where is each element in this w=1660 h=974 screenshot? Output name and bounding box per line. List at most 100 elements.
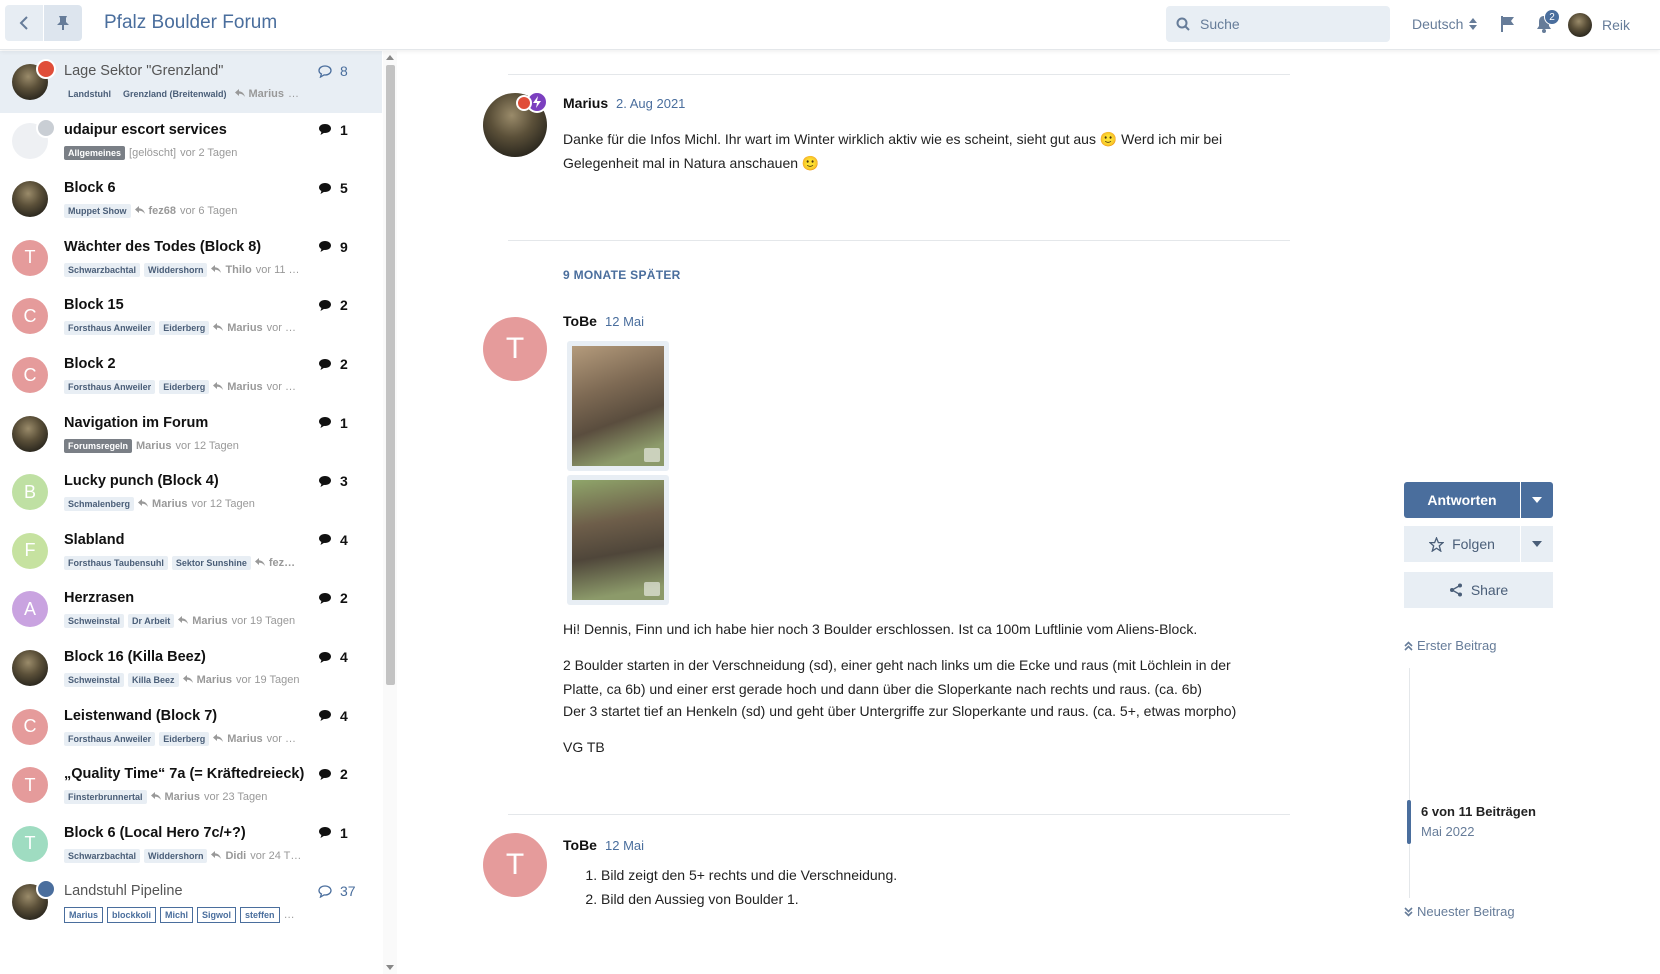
topic-title[interactable]: Block 6 (Local Hero 7c/+?) <box>64 825 304 841</box>
topic-title[interactable]: Block 2 <box>64 356 304 372</box>
topic-tag[interactable]: Muppet Show <box>64 204 131 219</box>
search-input[interactable] <box>1200 16 1370 32</box>
post-author-name[interactable]: ToBe <box>563 837 597 853</box>
last-poster[interactable]: Thilo <box>225 264 251 276</box>
topic-tag[interactable]: Forsthaus Taubensuhl <box>64 555 168 570</box>
topic-avatar[interactable] <box>12 415 48 452</box>
sidebar-scrollbar[interactable] <box>383 51 397 974</box>
topic-avatar[interactable] <box>12 181 48 218</box>
topic-title[interactable]: Block 6 <box>64 180 304 196</box>
post-image[interactable] <box>567 475 669 605</box>
topic-tag[interactable]: Marius <box>64 907 104 924</box>
topic-title[interactable]: Wächter des Todes (Block 8) <box>64 239 304 255</box>
topic-tag[interactable]: Widdershorn <box>144 848 208 863</box>
topic-tag[interactable]: Forsthaus Anweiler <box>64 731 156 746</box>
topic-title[interactable]: Block 15 <box>64 297 304 313</box>
scroll-thumb[interactable] <box>386 65 395 685</box>
topic-tag[interactable]: Landstuhl <box>64 87 115 101</box>
topic-tag[interactable]: Schmalenberg <box>64 497 135 512</box>
topic-title[interactable]: Navigation im Forum <box>64 415 304 431</box>
post-date[interactable]: 2. Aug 2021 <box>616 96 685 111</box>
topic-list-item[interactable]: T Block 6 (Local Hero 7c/+?) Schwarzbachta… <box>0 813 382 875</box>
topic-list-item[interactable]: Block 16 (Killa Beez) Schweinstal Killa Be… <box>0 637 382 699</box>
first-post-link[interactable]: Erster Beitrag <box>1404 638 1496 653</box>
topic-tag[interactable]: Schwarzbachtal <box>64 262 141 277</box>
topic-avatar[interactable]: T <box>12 239 48 276</box>
post-author-name[interactable]: Marius <box>563 95 608 111</box>
topic-tag[interactable]: blockkoli <box>107 907 157 924</box>
last-poster[interactable]: Marius <box>227 381 262 393</box>
last-poster[interactable]: Marius <box>249 88 284 100</box>
timeline-handle[interactable] <box>1407 800 1411 844</box>
topic-tag[interactable]: Forumsregeln <box>64 438 133 453</box>
topic-tag[interactable]: Eiderberg <box>159 321 210 336</box>
last-poster[interactable]: Marius <box>227 733 262 745</box>
last-poster[interactable]: Marius <box>192 615 227 627</box>
user-menu[interactable]: Reik <box>1568 13 1630 37</box>
topic-avatar[interactable]: C <box>12 708 48 745</box>
topic-tag[interactable]: Sigwol <box>197 907 237 924</box>
topic-title[interactable]: Lage Sektor "Grenzland" <box>64 63 304 79</box>
last-poster[interactable]: Marius <box>136 440 171 452</box>
topic-list-item[interactable]: udaipur escort services Allgemeines [gelös… <box>0 110 382 172</box>
topic-list-item[interactable]: T „Quality Time“ 7a (= Kräftedreieck) Fins… <box>0 754 382 816</box>
topic-tag[interactable]: Sektor Sunshine <box>171 555 251 570</box>
search-box[interactable] <box>1166 6 1390 42</box>
topic-title[interactable]: udaipur escort services <box>64 122 304 138</box>
topic-list-item[interactable]: C Block 15 Forsthaus Anweiler Eiderberg Mari… <box>0 285 382 347</box>
topic-avatar[interactable]: F <box>12 532 48 569</box>
topic-list-item[interactable]: B Lucky punch (Block 4) Schmalenberg Marius… <box>0 461 382 523</box>
topic-tag[interactable]: Grenzland (Breitenwald) <box>119 87 231 101</box>
topic-list-item[interactable]: C Leistenwand (Block 7) Forsthaus Anweiler… <box>0 696 382 758</box>
topic-avatar[interactable]: A <box>12 591 48 628</box>
topic-tag[interactable]: Forsthaus Anweiler <box>64 321 156 336</box>
topic-tag[interactable]: Schwarzbachtal <box>64 848 141 863</box>
post-image[interactable] <box>567 341 669 471</box>
topic-title[interactable]: Slabland <box>64 532 304 548</box>
post-author-name[interactable]: ToBe <box>563 313 597 329</box>
topic-tag[interactable]: steffen <box>240 907 280 924</box>
topic-tag[interactable]: Allgemeines <box>64 145 126 160</box>
topic-avatar[interactable]: B <box>12 474 48 511</box>
reply-button[interactable]: Antworten <box>1404 482 1520 518</box>
follow-button[interactable]: Folgen <box>1404 526 1520 562</box>
scroll-down-arrow[interactable] <box>386 965 394 970</box>
post-author-avatar[interactable]: T <box>483 833 547 897</box>
topic-list-item[interactable]: Lage Sektor "Grenzland" Landstuhl Grenzlan… <box>0 51 382 113</box>
topic-list-item[interactable]: A Herzrasen Schweinstal Dr Arbeit Marius vor … <box>0 578 382 640</box>
topic-title[interactable]: „Quality Time“ 7a (= Kräftedreieck) <box>64 766 304 782</box>
pin-sidebar-button[interactable] <box>44 5 82 41</box>
newest-post-link[interactable]: Neuester Beitrag <box>1404 904 1515 919</box>
follow-dropdown-button[interactable] <box>1521 526 1553 562</box>
last-poster[interactable]: Marius <box>227 322 262 334</box>
last-poster[interactable]: Marius <box>165 791 200 803</box>
topic-tag[interactable]: Dr Arbeit <box>128 614 175 629</box>
back-button[interactable] <box>5 5 43 41</box>
topic-tag[interactable]: Schweinstal <box>64 614 125 629</box>
topic-title[interactable]: Landstuhl Pipeline <box>64 883 304 899</box>
topic-avatar[interactable]: T <box>12 825 48 862</box>
post-date[interactable]: 12 Mai <box>605 838 644 853</box>
topic-tag[interactable]: Eiderberg <box>159 380 210 394</box>
topic-title[interactable]: Block 16 (Killa Beez) <box>64 649 304 665</box>
topic-title[interactable]: Lucky punch (Block 4) <box>64 473 304 489</box>
timeline-track[interactable] <box>1409 668 1410 898</box>
last-poster[interactable]: Marius <box>152 498 187 510</box>
post-date[interactable]: 12 Mai <box>605 314 644 329</box>
topic-list-item[interactable]: Navigation im Forum Forumsregeln Marius vor… <box>0 403 382 465</box>
topic-avatar[interactable]: C <box>12 357 48 393</box>
topic-tag[interactable]: Widdershorn <box>144 262 208 277</box>
topic-tag[interactable]: Killa Beez <box>128 673 179 687</box>
topic-list-item[interactable]: Landstuhl Pipeline Marius blockkoli Michl Si… <box>0 871 382 933</box>
topic-tag[interactable]: Schweinstal <box>64 673 125 687</box>
post-author-avatar[interactable]: T <box>483 317 547 381</box>
last-poster[interactable]: fez… <box>269 557 295 569</box>
topic-tag[interactable]: Finsterbrunnertal <box>64 790 147 805</box>
scroll-up-arrow[interactable] <box>386 55 394 60</box>
topic-title[interactable]: Herzrasen <box>64 590 304 606</box>
last-poster[interactable]: Marius <box>197 674 232 686</box>
topic-list-item[interactable]: Block 6 Muppet Show fez68 vor 6 Tagen 5 <box>0 168 382 230</box>
topic-list-item[interactable]: T Wächter des Todes (Block 8) Schwarzbacht… <box>0 227 382 289</box>
topic-tag[interactable]: Eiderberg <box>159 731 210 746</box>
topic-avatar[interactable]: C <box>12 298 48 335</box>
